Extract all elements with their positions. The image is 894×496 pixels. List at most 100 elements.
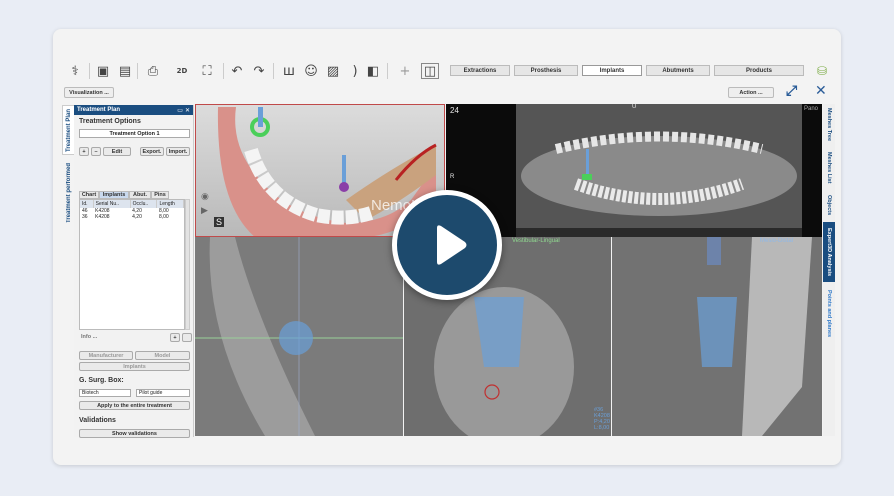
tab-products[interactable]: Products [714, 65, 804, 76]
show-validations-button[interactable]: Show validations [79, 429, 190, 438]
cross-section-axial-pane[interactable] [195, 237, 403, 436]
column-header[interactable]: Id. [80, 200, 94, 208]
tab-meshes-list[interactable]: Meshes List [823, 148, 835, 188]
video-icon[interactable]: ▶ [201, 205, 208, 216]
panel-header: Treatment Plan ▭ ✕ [74, 105, 193, 115]
surgical-guide-select[interactable]: Pilot guide [136, 389, 190, 397]
add-implant-button[interactable]: + [170, 333, 180, 342]
action-button[interactable]: Action ... [728, 87, 774, 98]
treatment-option-value: Treatment Option 1 [109, 131, 160, 137]
panel-close-icon[interactable]: ✕ [185, 107, 190, 114]
treatment-options-heading: Treatment Options [79, 118, 141, 125]
edit-button[interactable]: Edit [103, 147, 131, 156]
manufacturer-button[interactable]: Manufacturer [79, 351, 133, 360]
subtab-abutments[interactable]: Abut. [129, 191, 151, 199]
play-icon [437, 225, 467, 265]
surgical-vendor-select[interactable]: Biotech [79, 389, 131, 397]
subtab-pins[interactable]: Pins [151, 191, 169, 199]
implant-post [258, 107, 263, 127]
implants-button[interactable]: Implants [79, 362, 190, 371]
add-option-button[interactable]: + [79, 147, 89, 156]
implant-post [342, 155, 346, 185]
pano-ruler [516, 228, 802, 237]
basket-icon[interactable]: ⛁ [817, 64, 827, 78]
tab-points-planes[interactable]: Points and planes [823, 284, 835, 344]
close-icon[interactable]: ✕ [815, 83, 827, 99]
info-label[interactable]: Info ... [81, 334, 97, 340]
implant-body [697, 297, 737, 367]
treatment-option-select[interactable]: Treatment Option 1 [79, 129, 190, 138]
implant-marker-green [582, 174, 592, 180]
toolbar-divider [89, 63, 90, 79]
table-cell: K4208 [95, 214, 110, 220]
main-toolbar: ⚕ ▣ ▤ ⎙ 2D ⛶ ↶ ↷ ш ☺ ▨ ) ◧ + ◫ Extractio… [53, 59, 841, 83]
play-triangle [437, 225, 467, 265]
table-scrollbar[interactable] [185, 199, 190, 330]
pano-number: 24 [450, 106, 459, 115]
tab-extractions[interactable]: Extractions [450, 65, 510, 76]
apply-treatment-button[interactable]: Apply to the entire treatment [79, 401, 190, 410]
implant-info-box: #36 K4208 P:4,20 L:8,00 [594, 407, 610, 431]
table-header-row: Id. Serial Nu.. Occlu.. Length [80, 200, 184, 208]
table-cell: 8,00 [158, 214, 169, 220]
model-button[interactable]: Model [135, 351, 190, 360]
tab-objects[interactable]: Objects [823, 190, 835, 220]
tab-prosthesis[interactable]: Prosthesis [514, 65, 578, 76]
redo-icon[interactable]: ↷ [251, 63, 267, 79]
print-icon[interactable]: ⎙ [145, 63, 161, 79]
play-button[interactable] [392, 190, 502, 300]
table-row[interactable]: 36 K4208 4,20 8,00 [80, 214, 184, 220]
face-icon[interactable]: ☺ [303, 63, 319, 79]
save-all-icon[interactable]: ▤ [117, 63, 133, 79]
export-button[interactable]: Export. [140, 147, 164, 156]
panel-title: Treatment Plan [77, 107, 121, 113]
detach-icon[interactable]: ▭ [177, 107, 183, 114]
layout-icon[interactable]: ◫ [421, 63, 439, 79]
panel-controls: ▭ ✕ [177, 107, 190, 114]
expand-icon[interactable]: ⤢ [786, 83, 797, 99]
crosshair-icon[interactable]: + [397, 63, 413, 79]
import-button[interactable]: Import. [166, 147, 190, 156]
blank-button[interactable] [182, 333, 192, 342]
subtab-chart[interactable]: Chart [79, 191, 99, 199]
patient-icon[interactable]: ⚕ [67, 63, 83, 79]
undo-icon[interactable]: ↶ [229, 63, 245, 79]
column-header[interactable]: Length [156, 200, 184, 208]
save-icon[interactable]: ▣ [95, 63, 111, 79]
surgical-guide-value: Pilot guide [139, 390, 163, 396]
pano-label: Pano [803, 106, 818, 112]
visualization-button[interactable]: Visualization ... [64, 87, 114, 98]
secondary-toolbar: Visualization ... Action ... ⤢ ✕ [53, 83, 841, 101]
toolbar-divider [273, 63, 274, 79]
tab-abutments[interactable]: Abutments [646, 65, 710, 76]
implant-marker-purple [339, 182, 349, 192]
implant-post [586, 149, 589, 174]
tab-meshes-tree[interactable]: Meshes Tree [823, 104, 835, 146]
panoramic-pane[interactable]: 24 Pano R U [446, 104, 822, 237]
layers-icon[interactable]: ◧ [365, 63, 381, 79]
treatment-plan-panel: Treatment Plan ▭ ✕ Treatment Options Tre… [74, 105, 194, 438]
image-icon[interactable]: ▨ [325, 63, 341, 79]
table-cell: 36 [82, 214, 88, 220]
tab-implants[interactable]: Implants [582, 65, 642, 76]
right-vertical-tabs: Meshes Tree Meshes List Objects Expert3D… [823, 104, 835, 436]
column-header[interactable]: Serial Nu.. [93, 200, 131, 208]
implant-head [707, 237, 721, 265]
cross-section-mesiodistal-pane[interactable]: Mesio-Distal [612, 237, 822, 436]
teeth-icon[interactable]: ш [281, 63, 297, 79]
table-cell: 4,20 [132, 214, 142, 220]
remove-option-button[interactable]: – [91, 147, 101, 156]
curve-icon[interactable]: ) [347, 63, 363, 79]
info-length: L:8,00 [594, 425, 610, 431]
camera-icon[interactable]: ◉ [201, 191, 209, 202]
cut-label-b: Vestibular-Lingual [512, 238, 560, 244]
subtab-implants[interactable]: Implants [99, 191, 129, 199]
validations-heading: Validations [79, 417, 116, 424]
axial-slice-image [195, 237, 403, 436]
surgical-vendor-value: Biotech [82, 390, 99, 396]
tab-expert3d-analysis[interactable]: Expert3D Analysis [823, 222, 835, 282]
s-button-icon[interactable]: S [214, 217, 225, 227]
fit-view-icon[interactable]: ⛶ [199, 63, 215, 79]
column-header[interactable]: Occlu.. [130, 200, 158, 208]
view-mode-icon[interactable]: 2D [171, 63, 193, 79]
